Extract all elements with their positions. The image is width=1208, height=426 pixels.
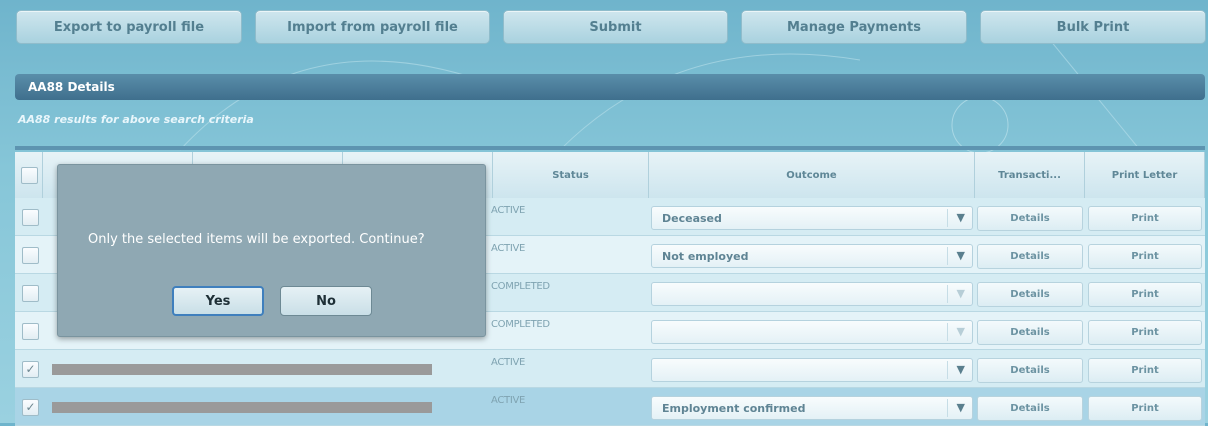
- row-checkbox[interactable]: [22, 247, 39, 264]
- confirm-export-dialog: Only the selected items will be exported…: [57, 164, 486, 337]
- details-button[interactable]: Details: [977, 358, 1083, 383]
- submit-button[interactable]: Submit: [503, 10, 728, 44]
- yes-button[interactable]: Yes: [172, 286, 264, 316]
- row-checkbox[interactable]: [22, 323, 39, 340]
- redacted-text: [52, 364, 432, 375]
- section-header: AA88 Details: [15, 74, 1205, 100]
- bulk-print-button[interactable]: Bulk Print: [980, 10, 1206, 44]
- row-checkbox[interactable]: [22, 285, 39, 302]
- details-button[interactable]: Details: [977, 320, 1083, 345]
- header-print-letter[interactable]: Print Letter: [1085, 152, 1205, 198]
- row-checkbox[interactable]: [22, 209, 39, 226]
- status-cell: ACTIVE: [491, 395, 526, 406]
- details-button[interactable]: Details: [977, 396, 1083, 421]
- status-cell: COMPLETED: [491, 319, 550, 330]
- outcome-dropdown[interactable]: Deceased ▼: [651, 206, 973, 230]
- outcome-dropdown[interactable]: Employment confirmed ▼: [651, 396, 973, 420]
- import-from-payroll-button[interactable]: Import from payroll file: [255, 10, 490, 44]
- checkbox-icon[interactable]: [21, 167, 38, 184]
- print-button[interactable]: Print: [1088, 320, 1202, 345]
- toolbar: Export to payroll file Import from payro…: [0, 0, 1208, 48]
- chevron-down-icon[interactable]: ▼: [957, 363, 965, 376]
- outcome-value: Deceased: [662, 212, 722, 225]
- chevron-down-icon: ▼: [956, 325, 965, 338]
- table-row[interactable]: ✓ ACTIVE ▼ Details Print: [15, 350, 1205, 388]
- dialog-message: Only the selected items will be exported…: [88, 232, 425, 247]
- dropdown-divider: [947, 247, 948, 265]
- status-cell: ACTIVE: [491, 205, 526, 216]
- dropdown-divider: [947, 209, 948, 227]
- print-button[interactable]: Print: [1088, 282, 1202, 307]
- redacted-text: [52, 402, 432, 413]
- details-button[interactable]: Details: [977, 206, 1083, 231]
- header-outcome[interactable]: Outcome: [649, 152, 975, 198]
- chevron-down-icon[interactable]: ▼: [957, 249, 965, 262]
- manage-payments-button[interactable]: Manage Payments: [741, 10, 967, 44]
- header-select-all[interactable]: [15, 152, 43, 198]
- print-button[interactable]: Print: [1088, 396, 1202, 421]
- header-transaction[interactable]: Transacti...: [975, 152, 1085, 198]
- chevron-down-icon: ▼: [956, 287, 965, 300]
- print-button[interactable]: Print: [1088, 244, 1202, 269]
- outcome-dropdown[interactable]: Not employed ▼: [651, 244, 973, 268]
- section-title: AA88 Details: [28, 80, 115, 94]
- status-cell: ACTIVE: [491, 243, 526, 254]
- print-button[interactable]: Print: [1088, 206, 1202, 231]
- chevron-down-icon[interactable]: ▼: [957, 211, 965, 224]
- outcome-dropdown: ▼: [651, 282, 973, 306]
- dropdown-divider: [947, 361, 948, 379]
- status-cell: COMPLETED: [491, 281, 550, 292]
- row-checkbox[interactable]: ✓: [22, 361, 39, 378]
- outcome-value: Employment confirmed: [662, 402, 806, 415]
- no-button[interactable]: No: [280, 286, 372, 316]
- details-button[interactable]: Details: [977, 282, 1083, 307]
- export-to-payroll-button[interactable]: Export to payroll file: [16, 10, 242, 44]
- row-checkbox[interactable]: ✓: [22, 399, 39, 416]
- header-status[interactable]: Status: [493, 152, 649, 198]
- dropdown-divider: [947, 285, 948, 303]
- outcome-value: Not employed: [662, 250, 749, 263]
- dropdown-divider: [947, 399, 948, 417]
- print-button[interactable]: Print: [1088, 358, 1202, 383]
- chevron-down-icon[interactable]: ▼: [957, 401, 965, 414]
- table-row[interactable]: ✓ ACTIVE Employment confirmed ▼ Details …: [15, 388, 1205, 426]
- outcome-dropdown[interactable]: ▼: [651, 358, 973, 382]
- results-caption: AA88 results for above search criteria: [18, 113, 254, 126]
- outcome-dropdown: ▼: [651, 320, 973, 344]
- status-cell: ACTIVE: [491, 357, 526, 368]
- dropdown-divider: [947, 323, 948, 341]
- divider: [15, 146, 1205, 150]
- details-button[interactable]: Details: [977, 244, 1083, 269]
